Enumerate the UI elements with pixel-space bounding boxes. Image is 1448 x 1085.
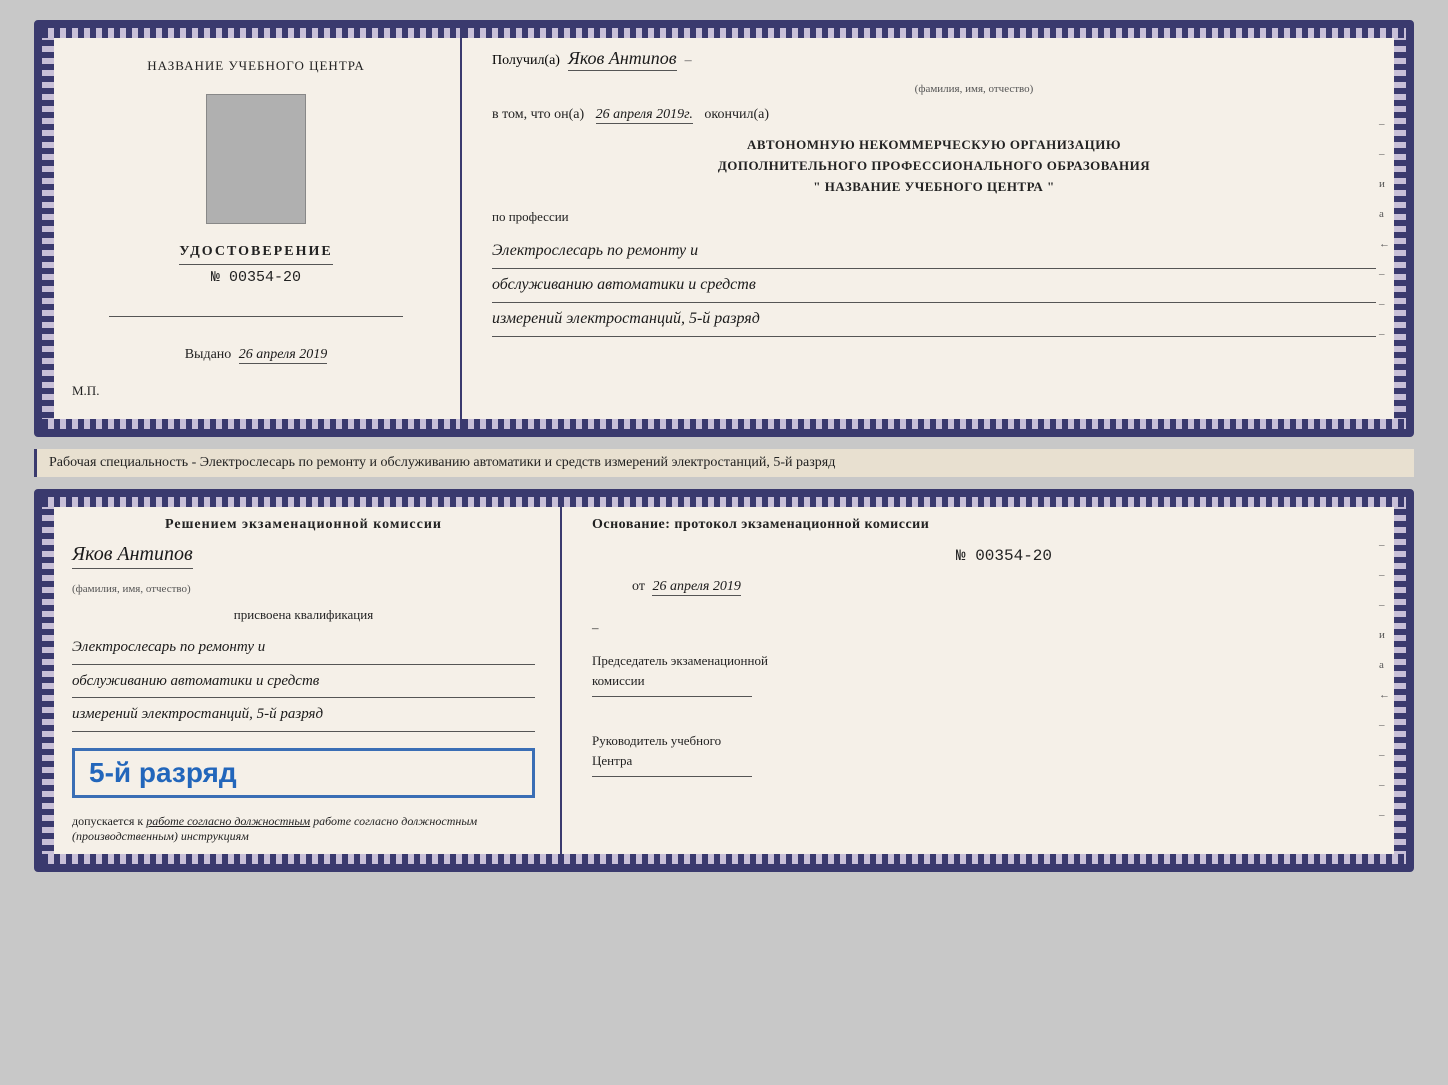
document-card-1: НАЗВАНИЕ УЧЕБНОГО ЦЕНТРА УДОСТОВЕРЕНИЕ №… [34,20,1414,437]
bottom-border-2 [42,854,1406,864]
basis-title: Основание: протокол экзаменационной коми… [592,517,1376,533]
qualification-line3: измерений электростанций, 5-й разряд [72,700,535,732]
description-bar: Рабочая специальность - Электрослесарь п… [34,449,1414,477]
center-head-label: Руководитель учебного [592,731,1376,751]
date-intro-label: в том, что он(а) [492,107,584,122]
qualification-line1: Электрослесарь по ремонту и [72,633,535,665]
issued-block: Выдано 26 апреля 2019 [185,347,328,363]
right-border-2 [1394,497,1406,864]
recipient-name: Яков Антипов [568,48,677,71]
org-line3: " НАЗВАНИЕ УЧЕБНОГО ЦЕНТРА " [492,177,1376,198]
допуск-text3: (производственным) инструкциям [72,829,249,843]
side-marks-2: – – – и а ← – – – – [1379,539,1390,821]
mp-label: М.П. [72,383,99,399]
side-marks: – – и а ← – – – [1379,118,1390,340]
issued-label: Выдано [185,347,232,362]
chair-signature-line [592,696,752,697]
profession-line3: измерений электростанций, 5-й разряд [492,305,1376,337]
recipient-subtitle-block: (фамилия, имя, отчество) [492,83,1376,95]
center-head-signature-line [592,776,752,777]
допуск-block: допускается к работе согласно должностны… [72,814,535,844]
doc1-center-title: НАЗВАНИЕ УЧЕБНОГО ЦЕНТРА [147,58,364,74]
resolution-title: Решением экзаменационной комиссии [72,517,535,533]
basis-date-label: от [632,579,645,594]
profession-label: по профессии [492,209,1376,225]
photo-placeholder [206,94,306,224]
chair-label: Председатель экзаменационной [592,651,1376,671]
qualification-line2: обслуживанию автоматики и средств [72,667,535,699]
completion-label: окончил(а) [704,107,769,122]
chair-block: – [592,619,1376,637]
center-head-label2: Центра [592,751,1376,771]
basis-number: № 00354-20 [632,547,1376,565]
doc2-left-panel: Решением экзаменационной комиссии Яков А… [42,497,562,864]
completion-date: 26 апреля 2019г. [596,107,693,124]
basis-date: 26 апреля 2019 [652,579,740,596]
profession-line1: Электрослесарь по ремонту и [492,237,1376,269]
org-line1: АВТОНОМНУЮ НЕКОММЕРЧЕСКУЮ ОРГАНИЗАЦИЮ [492,135,1376,156]
person-name-block: Яков Антипов [72,543,535,569]
basis-date-block: от 26 апреля 2019 [632,579,1376,595]
допуск-text: работе согласно должностным [146,814,310,828]
recipient-block: Получил(а) Яков Антипов – [492,48,1376,71]
center-head-block: Руководитель учебного Центра [592,731,1376,777]
doc1-right-panel: Получил(а) Яков Антипов – (фамилия, имя,… [462,28,1406,429]
document-card-2: Решением экзаменационной комиссии Яков А… [34,489,1414,872]
doc1-left-panel: НАЗВАНИЕ УЧЕБНОГО ЦЕНТРА УДОСТОВЕРЕНИЕ №… [42,28,462,429]
left-border-2 [42,497,54,864]
qualification-text: Электрослесарь по ремонту и обслуживанию… [72,633,535,734]
org-line2: ДОПОЛНИТЕЛЬНОГО ПРОФЕССИОНАЛЬНОГО ОБРАЗО… [492,156,1376,177]
допуск-text2: работе согласно должностным [313,814,477,828]
cert-label: УДОСТОВЕРЕНИЕ [179,244,332,260]
description-text: Рабочая специальность - Электрослесарь п… [49,455,835,470]
commission-chair-block: Председатель экзаменационной комиссии [592,651,1376,697]
recipient-subtitle: (фамилия, имя, отчество) [532,83,1414,95]
profession-line2: обслуживанию автоматики и средств [492,271,1376,303]
допуск-label: допускается к [72,814,143,828]
chair-label2: комиссии [592,671,1376,691]
cert-number: № 00354-20 [179,269,332,286]
cert-block: УДОСТОВЕРЕНИЕ № 00354-20 [179,244,332,286]
person-subtitle: (фамилия, имя, отчество) [72,583,191,595]
profession-text: Электрослесарь по ремонту и обслуживанию… [492,237,1376,338]
org-block: АВТОНОМНУЮ НЕКОММЕРЧЕСКУЮ ОРГАНИЗАЦИЮ ДО… [492,135,1376,197]
grade-box: 5-й разряд [72,748,535,798]
issued-date: 26 апреля 2019 [239,347,327,364]
person-name: Яков Антипов [72,543,193,569]
doc2-right-panel: Основание: протокол экзаменационной коми… [562,497,1406,864]
top-border-2 [42,497,1406,507]
person-subtitle-block: (фамилия, имя, отчество) [72,579,535,597]
date-block: в том, что он(а) 26 апреля 2019г. окончи… [492,107,1376,123]
received-label: Получил(а) [492,53,560,69]
qualification-label: присвоена квалификация [72,607,535,623]
grade-text: 5-й разряд [89,757,237,788]
